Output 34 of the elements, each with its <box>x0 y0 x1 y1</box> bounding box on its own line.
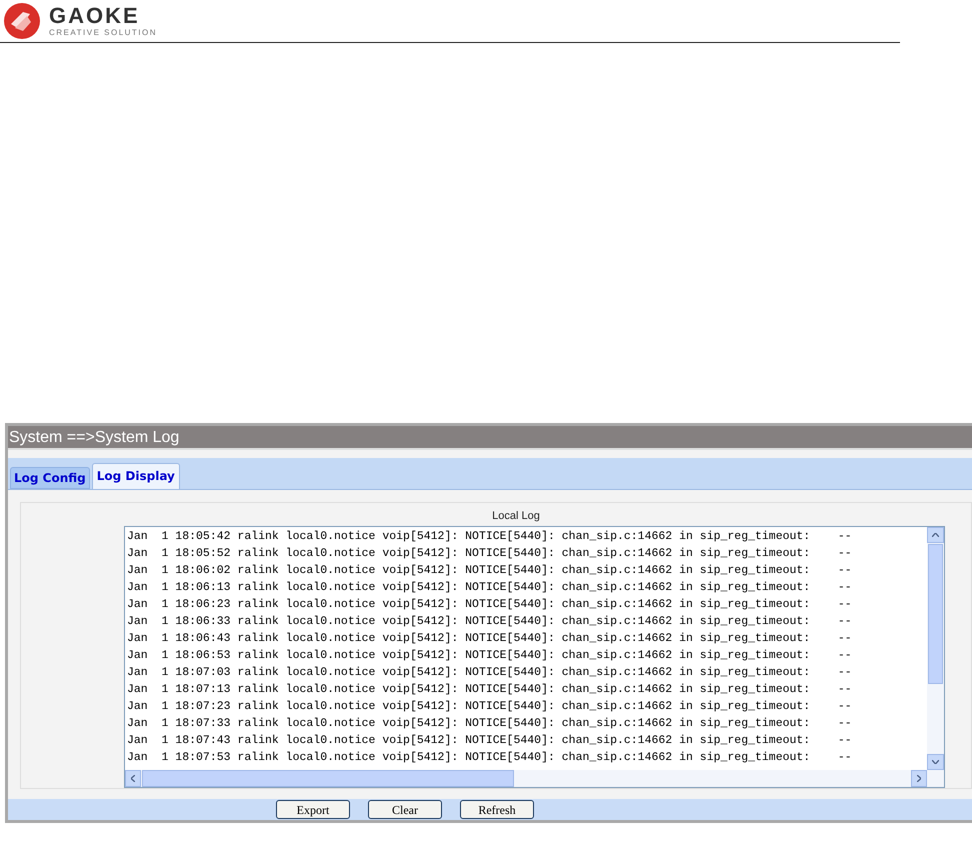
log-line: Jan 1 18:06:43 ralink local0.notice voip[5412]: NOTICE[5440]: chan_sip.c:14662 in sip_reg_timeout: -- <box>127 630 852 647</box>
tab[interactable]: Log Display <box>92 462 180 489</box>
scrollbar-thumb[interactable] <box>928 544 943 684</box>
scroll-down-button[interactable] <box>927 754 944 770</box>
log-line: Jan 1 18:07:33 ralink local0.notice voip[5412]: NOTICE[5440]: chan_sip.c:14662 in sip_reg_timeout: -- <box>127 716 852 732</box>
vertical-scrollbar[interactable] <box>927 526 944 770</box>
panel-title: System ==>System Log <box>8 426 972 450</box>
log-line: Jan 1 18:05:42 ralink local0.notice voip[5412]: NOTICE[5440]: chan_sip.c:14662 in sip_reg_timeout: -- <box>127 528 852 545</box>
scroll-right-button[interactable] <box>911 770 927 787</box>
log-line: Jan 1 18:06:53 ralink local0.notice voip[5412]: NOTICE[5440]: chan_sip.c:14662 in sip_reg_timeout: -- <box>127 648 852 664</box>
log-line: Jan 1 18:06:33 ralink local0.notice voip[5412]: NOTICE[5440]: chan_sip.c:14662 in sip_reg_timeout: -- <box>127 614 852 630</box>
log-line: Jan 1 18:06:23 ralink local0.notice voip[5412]: NOTICE[5440]: chan_sip.c:14662 in sip_reg_timeout: -- <box>127 596 852 613</box>
log-line: Jan 1 18:07:23 ralink local0.notice voip[5412]: NOTICE[5440]: chan_sip.c:14662 in sip_reg_timeout: -- <box>127 698 852 715</box>
log-line: Jan 1 18:07:53 ralink local0.notice voip[5412]: NOTICE[5440]: chan_sip.c:14662 in sip_reg_timeout: -- <box>127 750 852 766</box>
brand-name: GAOKE <box>49 5 141 27</box>
log-line: Jan 1 18:07:03 ralink local0.notice voip[5412]: NOTICE[5440]: chan_sip.c:14662 in sip_reg_timeout: -- <box>127 664 852 681</box>
brand-tagline: CREATIVE SOLUTION <box>49 29 158 37</box>
log-line: Jan 1 18:06:13 ralink local0.notice voip[5412]: NOTICE[5440]: chan_sip.c:14662 in sip_reg_timeout: -- <box>127 580 852 596</box>
tab[interactable]: Log Config <box>10 466 90 489</box>
resize-grip[interactable] <box>927 770 944 787</box>
action-button[interactable]: Export <box>276 800 350 819</box>
scroll-up-button[interactable] <box>927 526 944 543</box>
logo-icon <box>3 2 41 40</box>
log-line: Jan 1 18:06:02 ralink local0.notice voip[5412]: NOTICE[5440]: chan_sip.c:14662 in sip_reg_timeout: -- <box>127 562 852 579</box>
log-line: Jan 1 18:05:52 ralink local0.notice voip[5412]: NOTICE[5440]: chan_sip.c:14662 in sip_reg_timeout: -- <box>127 546 852 562</box>
scroll-left-button[interactable] <box>125 770 141 787</box>
section-title: Local Log <box>492 508 540 524</box>
log-line: Jan 1 18:07:43 ralink local0.notice voip[5412]: NOTICE[5440]: chan_sip.c:14662 in sip_reg_timeout: -- <box>127 732 852 749</box>
horizontal-scrollbar[interactable] <box>125 770 927 787</box>
log-textarea[interactable] <box>124 526 945 788</box>
scrollbar-thumb[interactable] <box>142 770 514 787</box>
action-button[interactable]: Refresh <box>460 800 534 819</box>
action-button[interactable]: Clear <box>368 800 442 819</box>
log-line: Jan 1 18:07:13 ralink local0.notice voip[5412]: NOTICE[5440]: chan_sip.c:14662 in sip_reg_timeout: -- <box>127 682 852 698</box>
